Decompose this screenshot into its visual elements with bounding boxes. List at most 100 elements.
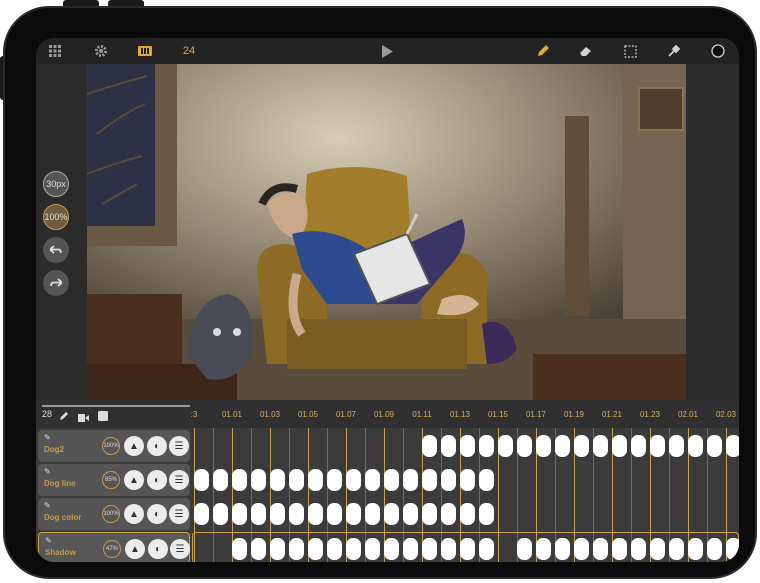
frame-cell[interactable] bbox=[213, 469, 228, 491]
frame-cell[interactable] bbox=[307, 538, 323, 560]
frame-cell[interactable] bbox=[460, 503, 475, 525]
undo-icon[interactable] bbox=[43, 237, 69, 263]
gear-icon[interactable] bbox=[88, 38, 114, 64]
layer-opacity[interactable]: 100% bbox=[102, 437, 120, 455]
frame-cell[interactable] bbox=[440, 538, 456, 560]
frame-cell[interactable] bbox=[479, 469, 494, 491]
frame-cell[interactable] bbox=[611, 538, 627, 560]
frame-cell[interactable] bbox=[422, 503, 437, 525]
frame-cell[interactable] bbox=[498, 435, 513, 457]
film-icon[interactable] bbox=[132, 38, 158, 64]
frame-cell[interactable] bbox=[251, 503, 266, 525]
pencil-icon[interactable] bbox=[59, 408, 69, 426]
frame-cell[interactable] bbox=[327, 469, 342, 491]
frame-cell[interactable] bbox=[231, 538, 247, 560]
frame-cell[interactable] bbox=[479, 435, 494, 457]
opacity-button[interactable]: 100% bbox=[43, 204, 69, 230]
frame-label[interactable]: 01.07 bbox=[336, 410, 356, 419]
frame-cell[interactable] bbox=[441, 435, 456, 457]
frame-cell[interactable] bbox=[725, 538, 739, 560]
frame-cell[interactable] bbox=[422, 435, 437, 457]
frame-cell[interactable] bbox=[593, 435, 608, 457]
frame-cell[interactable] bbox=[251, 469, 266, 491]
frame-cell[interactable] bbox=[554, 538, 570, 560]
frame-label[interactable]: 02.01 bbox=[678, 410, 698, 419]
frame-cell[interactable] bbox=[649, 538, 665, 560]
menu-icon[interactable]: ☰ bbox=[169, 470, 189, 490]
frame-cell[interactable] bbox=[364, 538, 380, 560]
frame-cell[interactable] bbox=[365, 469, 380, 491]
frame-cell[interactable] bbox=[555, 435, 570, 457]
frame-cell[interactable] bbox=[460, 435, 475, 457]
frame-cell[interactable] bbox=[592, 538, 608, 560]
layer-opacity[interactable]: 85% bbox=[102, 471, 120, 489]
frame-cell[interactable] bbox=[402, 538, 418, 560]
grid-icon[interactable] bbox=[42, 38, 68, 64]
frame-label[interactable]: 01.15 bbox=[488, 410, 508, 419]
menu-icon[interactable]: ☰ bbox=[169, 504, 189, 524]
frame-cell[interactable] bbox=[688, 435, 703, 457]
frame-cell[interactable] bbox=[706, 538, 722, 560]
frame-cell[interactable] bbox=[194, 503, 209, 525]
layer-opacity[interactable]: 100% bbox=[102, 505, 120, 523]
frame-cell[interactable] bbox=[365, 503, 380, 525]
frame-cell[interactable] bbox=[460, 469, 475, 491]
frame-cell[interactable] bbox=[479, 503, 494, 525]
frame-label[interactable]: 01.13 bbox=[450, 410, 470, 419]
selection-icon[interactable] bbox=[617, 38, 643, 64]
frame-cell[interactable] bbox=[194, 469, 209, 491]
frame-label[interactable]: 01.09 bbox=[374, 410, 394, 419]
frame-label[interactable]: 01.01 bbox=[222, 410, 242, 419]
frame-label[interactable]: :3 bbox=[191, 410, 198, 419]
frame-cell[interactable] bbox=[270, 469, 285, 491]
frame-cell[interactable] bbox=[346, 469, 361, 491]
frame-cell[interactable] bbox=[516, 538, 532, 560]
frame-cell[interactable] bbox=[384, 469, 399, 491]
frame-cell[interactable] bbox=[631, 435, 646, 457]
play-icon[interactable] bbox=[374, 38, 400, 64]
lock-icon[interactable]: ▲ bbox=[124, 436, 144, 456]
layer-row-dog2[interactable]: ✎ Dog2 100% ▲ ◐ ☰ bbox=[38, 430, 190, 462]
frame-cell[interactable] bbox=[232, 503, 247, 525]
layer-track-dog-line[interactable] bbox=[192, 464, 739, 496]
frame-cell[interactable] bbox=[250, 538, 266, 560]
frame-cell[interactable] bbox=[232, 469, 247, 491]
frame-cell[interactable] bbox=[707, 435, 722, 457]
frame-label[interactable]: 01.05 bbox=[298, 410, 318, 419]
frame-cell[interactable] bbox=[421, 538, 437, 560]
visibility-icon[interactable]: ◐ bbox=[147, 504, 167, 524]
layer-track-dog-color[interactable] bbox=[192, 498, 739, 530]
layer-track-shadow[interactable] bbox=[192, 532, 739, 562]
frame-label[interactable]: 01.19 bbox=[564, 410, 584, 419]
frame-cell[interactable] bbox=[668, 538, 684, 560]
frame-cell[interactable] bbox=[536, 435, 551, 457]
frame-cell[interactable] bbox=[213, 503, 228, 525]
frame-cell[interactable] bbox=[383, 538, 399, 560]
frame-cell[interactable] bbox=[288, 538, 304, 560]
menu-icon[interactable]: ☰ bbox=[170, 539, 190, 559]
frame-cell[interactable] bbox=[535, 538, 551, 560]
frame-cell[interactable] bbox=[270, 503, 285, 525]
menu-icon[interactable]: ☰ bbox=[169, 436, 189, 456]
layer-row-dog-color[interactable]: ✎ Dog color 100% ▲ ◐ ☰ bbox=[38, 498, 190, 530]
lock-icon[interactable]: ▲ bbox=[124, 504, 144, 524]
visibility-icon[interactable]: ◐ bbox=[148, 539, 168, 559]
frame-label[interactable]: 01.03 bbox=[260, 410, 280, 419]
frame-cell[interactable] bbox=[345, 538, 361, 560]
frame-cell[interactable] bbox=[384, 503, 399, 525]
frame-cell[interactable] bbox=[289, 469, 304, 491]
frame-label[interactable]: 01.17 bbox=[526, 410, 546, 419]
eyedropper-icon[interactable] bbox=[661, 38, 687, 64]
frame-cell[interactable] bbox=[687, 538, 703, 560]
layer-track-dog2[interactable] bbox=[192, 430, 739, 462]
frame-label[interactable]: 01.21 bbox=[602, 410, 622, 419]
frame-cell[interactable] bbox=[422, 469, 437, 491]
layer-opacity[interactable]: 47% bbox=[103, 540, 121, 558]
frame-cell[interactable] bbox=[269, 538, 285, 560]
color-circle-icon[interactable] bbox=[705, 38, 731, 64]
pencil-icon[interactable] bbox=[530, 38, 556, 64]
frame-cell[interactable] bbox=[346, 503, 361, 525]
frame-cell[interactable] bbox=[289, 503, 304, 525]
frame-cell[interactable] bbox=[403, 469, 418, 491]
frame-label[interactable]: 01.11 bbox=[412, 410, 431, 419]
